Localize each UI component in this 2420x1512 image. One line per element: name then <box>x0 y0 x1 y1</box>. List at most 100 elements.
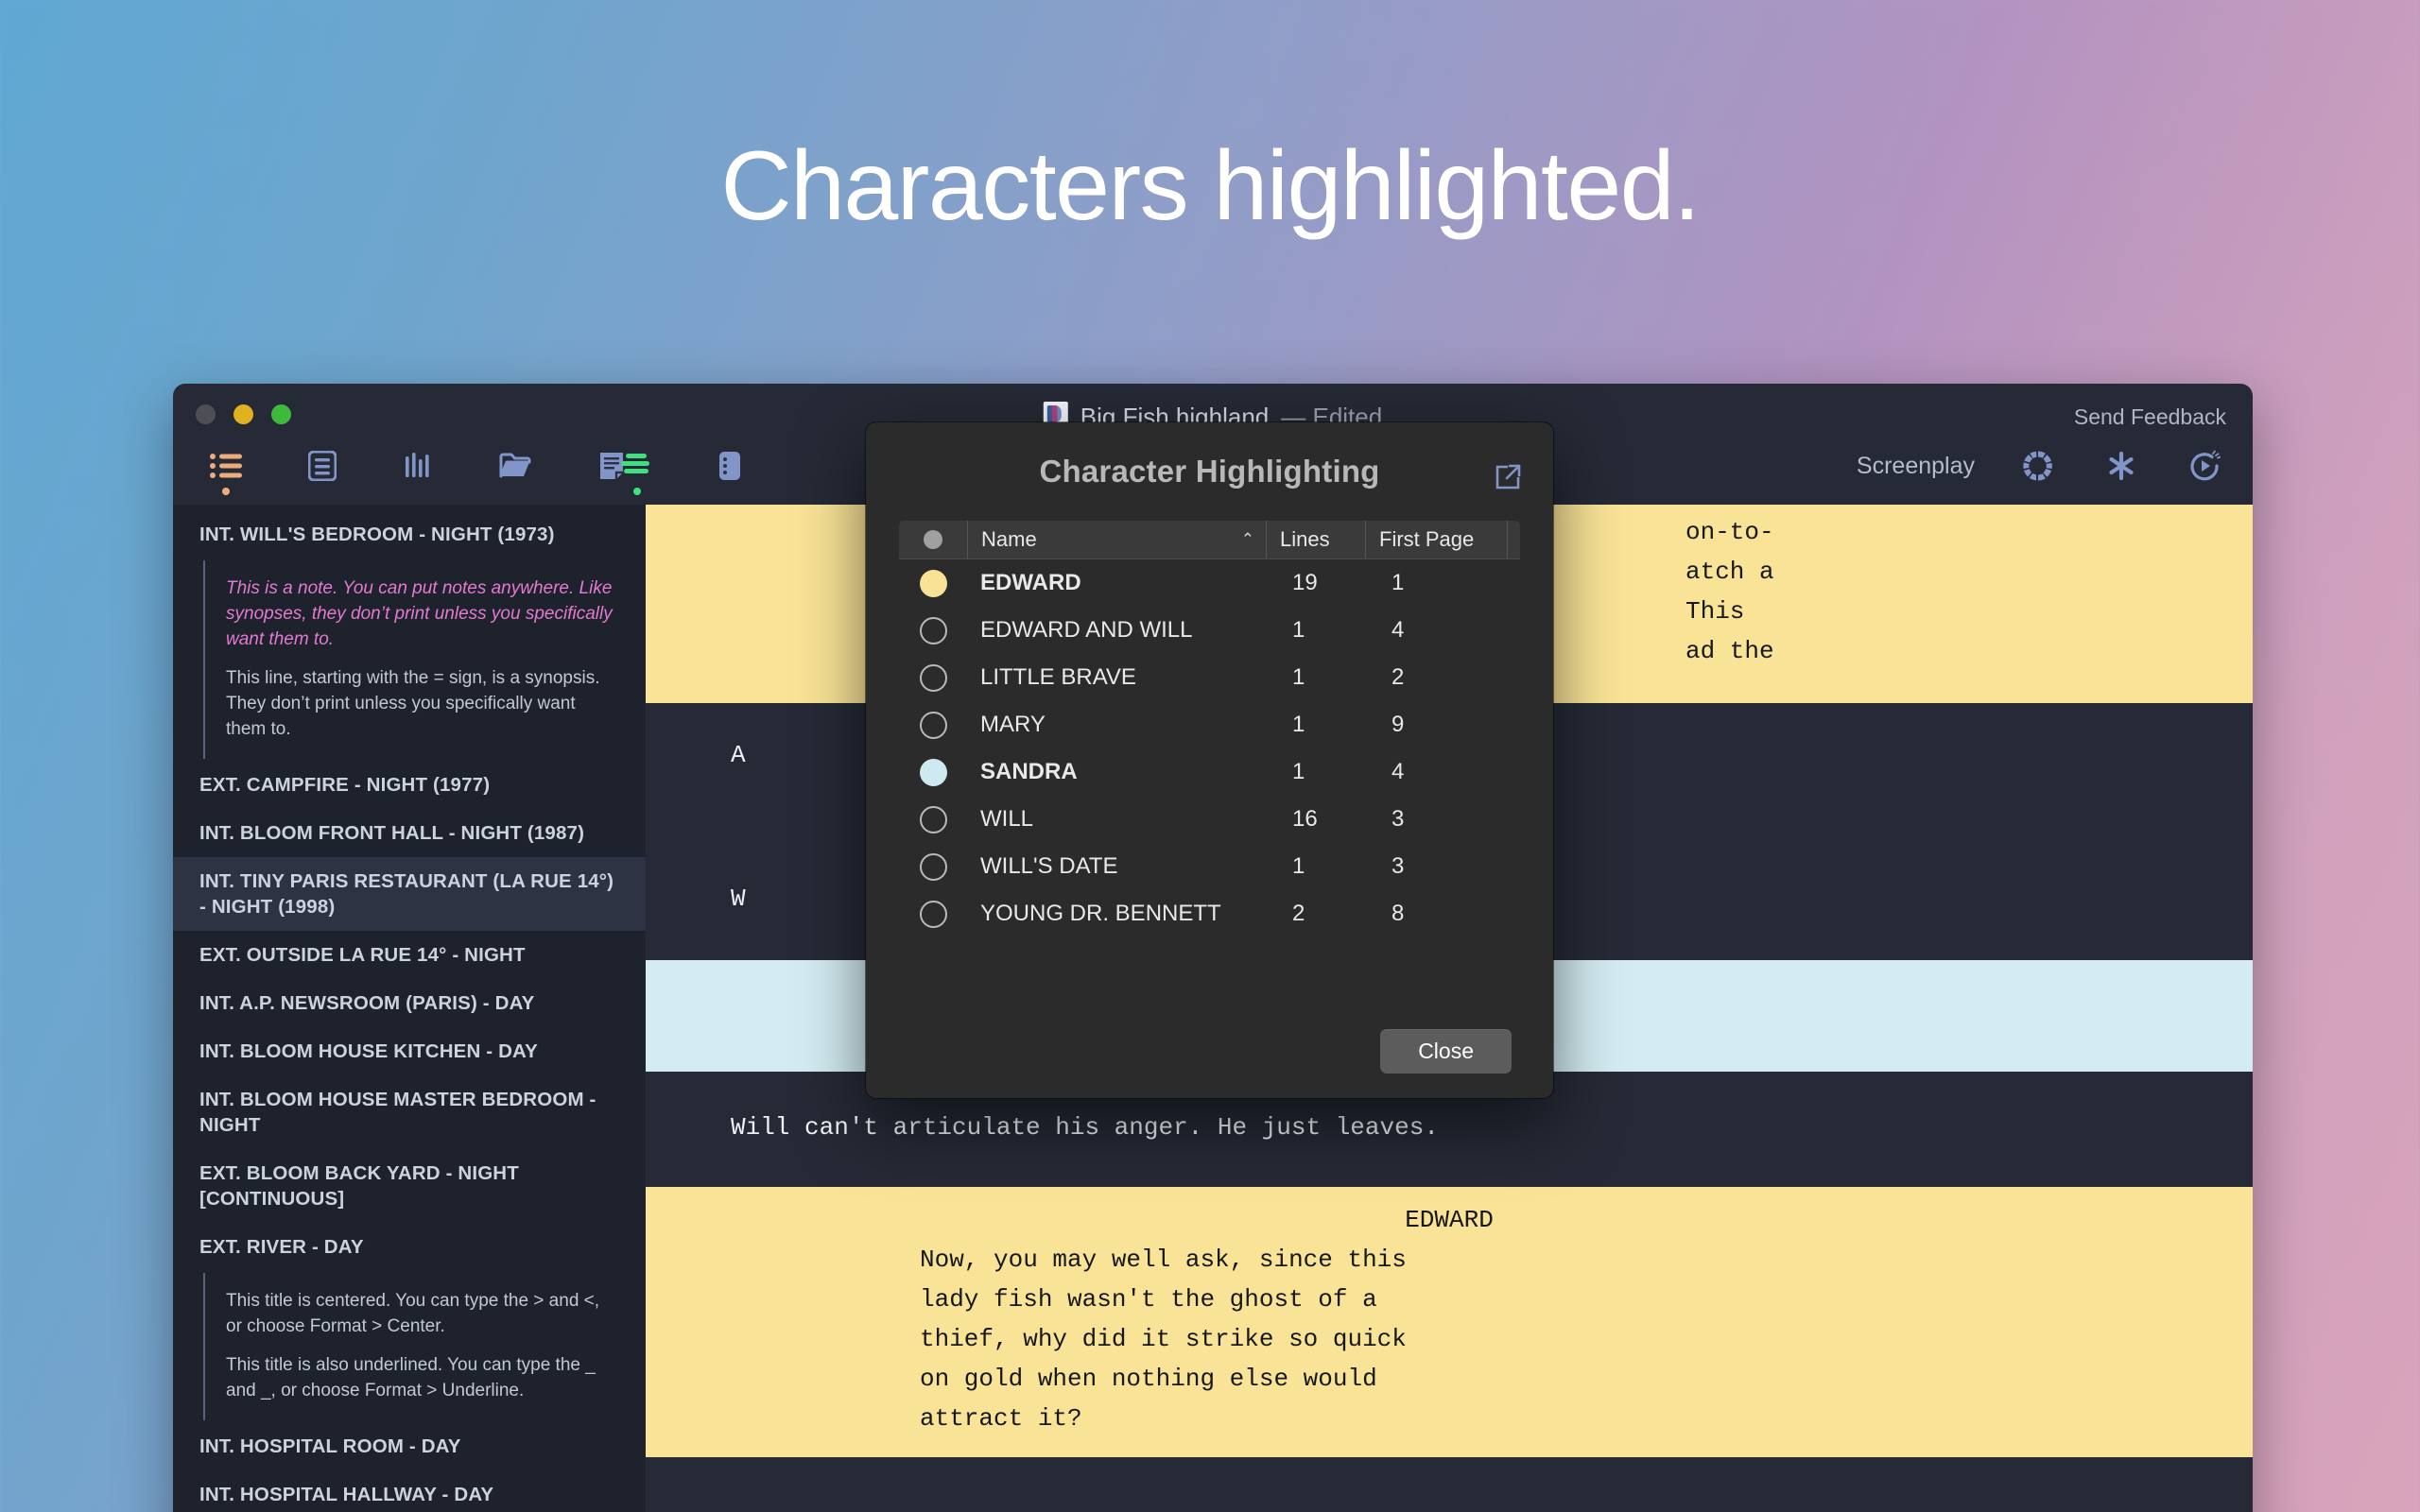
open-folder-icon[interactable] <box>495 444 535 488</box>
highlight-swatch[interactable] <box>919 900 947 928</box>
row-swatch-cell[interactable] <box>899 569 967 597</box>
row-first-page: 2 <box>1392 664 1405 690</box>
row-lines-count: 2 <box>1292 901 1305 926</box>
row-first-page: 4 <box>1392 617 1405 643</box>
close-dialog-button[interactable]: Close <box>1380 1029 1512 1074</box>
table-row[interactable]: MARY 1 9 <box>899 701 1520 748</box>
traffic-lights <box>196 404 291 424</box>
highlight-swatch[interactable] <box>919 663 947 692</box>
column-header-first-page[interactable]: First Page <box>1365 521 1507 558</box>
sidebar-item-scene[interactable]: INT. BLOOM HOUSE MASTER BEDROOM - NIGHT <box>173 1075 646 1149</box>
column-header-lines-label: Lines <box>1280 527 1330 551</box>
row-swatch-cell[interactable] <box>899 758 967 786</box>
highlight-swatch[interactable] <box>919 616 947 644</box>
color-wheel-icon[interactable] <box>2018 444 2058 488</box>
table-row[interactable]: WILL'S DATE 1 3 <box>899 843 1520 890</box>
table-row[interactable]: EDWARD AND WILL 1 4 <box>899 607 1520 654</box>
row-character-name: MARY <box>980 712 1046 737</box>
row-swatch-cell[interactable] <box>899 805 967 833</box>
row-swatch-cell[interactable] <box>899 616 967 644</box>
close-window-button[interactable] <box>196 404 216 424</box>
external-link-icon[interactable] <box>1494 463 1522 491</box>
highlight-swatch[interactable] <box>919 711 947 739</box>
dialogue-line: thief, why did it strike so quick <box>920 1325 1407 1353</box>
screenplay-format-label[interactable]: Screenplay <box>1857 453 1975 480</box>
sidebar-synopsis[interactable]: This title is also underlined. You can t… <box>226 1347 646 1411</box>
sidebar-item-scene[interactable]: INT. BLOOM HOUSE KITCHEN - DAY <box>173 1027 646 1075</box>
character-highlighting-dialog[interactable]: Character Highlighting Name ⌃ Lines Firs… <box>866 422 1553 1098</box>
row-lines-count: 1 <box>1292 617 1305 643</box>
table-row[interactable]: EDWARD 19 1 <box>899 559 1520 607</box>
row-first-page: 8 <box>1392 901 1405 926</box>
row-swatch-cell[interactable] <box>899 711 967 739</box>
sidebar-synopsis[interactable]: This line, starting with the = sign, is … <box>226 660 646 749</box>
statistics-icon[interactable] <box>399 444 439 488</box>
row-first-page: 4 <box>1392 759 1405 784</box>
dialog-title: Character Highlighting <box>1039 454 1380 489</box>
table-header-row: Name ⌃ Lines First Page <box>899 521 1520 559</box>
highlight-swatch[interactable] <box>919 758 947 786</box>
row-lines-count: 1 <box>1292 759 1305 784</box>
column-header-swatch[interactable] <box>899 521 967 558</box>
sidebar-note[interactable]: This is a note. You can put notes anywhe… <box>226 570 646 660</box>
highlight-lines-icon[interactable] <box>617 444 657 495</box>
asterisk-icon[interactable] <box>2101 444 2141 488</box>
dialogue-line: lady fish wasn't the ghost of a <box>920 1285 1377 1314</box>
dialogue-block-highlighted[interactable]: EDWARD Now, you may well ask, since this… <box>646 1187 2253 1457</box>
sidebar-item-scene[interactable]: EXT. RIVER - DAY <box>173 1223 646 1271</box>
swatch-header-icon <box>924 530 942 549</box>
sidebar-item-scene[interactable]: INT. HOSPITAL HALLWAY - DAY <box>173 1470 646 1512</box>
column-header-name-label: Name <box>981 527 1037 551</box>
row-first-page: 3 <box>1392 853 1405 879</box>
table-row[interactable]: WILL 16 3 <box>899 796 1520 843</box>
dialogue-line: Now, you may well ask, since this <box>920 1246 1407 1274</box>
dialogue-line: on gold when nothing else would <box>920 1365 1377 1393</box>
revision-timer-icon[interactable] <box>2185 444 2224 488</box>
highlight-swatch[interactable] <box>919 852 947 881</box>
row-character-name: WILL'S DATE <box>980 853 1118 879</box>
outline-list-icon[interactable] <box>206 444 246 495</box>
row-lines-count: 1 <box>1292 712 1305 737</box>
highlight-swatch[interactable] <box>919 805 947 833</box>
sidebar-item-scene[interactable]: EXT. BLOOM BACK YARD - NIGHT [CONTINUOUS… <box>173 1149 646 1223</box>
sidebar-panel-icon[interactable] <box>710 444 750 488</box>
row-first-page: 3 <box>1392 806 1405 832</box>
sidebar-item-scene[interactable]: INT. A.P. NEWSROOM (PARIS) - DAY <box>173 979 646 1027</box>
row-character-name: SANDRA <box>980 759 1078 784</box>
outline-active-indicator <box>222 488 230 495</box>
toolbar-mid-group <box>617 444 750 495</box>
sidebar-item-scene-selected[interactable]: INT. TINY PARIS RESTAURANT (LA RUE 14°) … <box>173 856 646 932</box>
dialog-footer: Close <box>866 1029 1553 1098</box>
toolbar-right-group: Screenplay <box>1857 444 2224 488</box>
row-character-name: WILL <box>980 806 1034 832</box>
row-first-page: 1 <box>1392 570 1405 595</box>
sidebar-item-scene[interactable]: EXT. OUTSIDE LA RUE 14° - NIGHT <box>173 931 646 979</box>
minimize-window-button[interactable] <box>233 404 253 424</box>
table-row[interactable]: LITTLE BRAVE 1 2 <box>899 654 1520 701</box>
row-lines-count: 16 <box>1292 806 1318 832</box>
column-header-lines[interactable]: Lines <box>1266 521 1365 558</box>
sidebar-item-scene[interactable]: INT. HOSPITAL ROOM - DAY <box>173 1422 646 1470</box>
highlight-active-indicator <box>633 488 641 495</box>
sidebar-synopsis[interactable]: This title is centered. You can type the… <box>226 1282 646 1347</box>
scene-navigator-sidebar[interactable]: INT. WILL'S BEDROOM - NIGHT (1973) This … <box>173 505 646 1512</box>
highlight-swatch[interactable] <box>919 569 947 597</box>
row-swatch-cell[interactable] <box>899 900 967 928</box>
dialogue-line: attract it? <box>920 1404 1082 1433</box>
maximize-window-button[interactable] <box>271 404 291 424</box>
cards-view-icon[interactable] <box>302 444 342 488</box>
column-header-name[interactable]: Name ⌃ <box>967 521 1266 558</box>
table-row[interactable]: SANDRA 1 4 <box>899 748 1520 796</box>
sidebar-note-group: This is a note. You can put notes anywhe… <box>203 560 646 759</box>
sidebar-item-scene[interactable]: INT. WILL'S BEDROOM - NIGHT (1973) <box>173 510 646 558</box>
sidebar-item-scene[interactable]: EXT. CAMPFIRE - NIGHT (1977) <box>173 761 646 809</box>
table-row[interactable]: YOUNG DR. BENNETT 2 8 <box>899 890 1520 937</box>
toolbar-left-group <box>206 444 631 495</box>
character-table[interactable]: Name ⌃ Lines First Page EDWARD 19 1 EDWA… <box>899 521 1520 937</box>
row-swatch-cell[interactable] <box>899 663 967 692</box>
sort-ascending-caret-icon: ⌃ <box>1240 530 1254 548</box>
page-headline: Characters highlighted. <box>720 131 1701 241</box>
send-feedback-link[interactable]: Send Feedback <box>2074 404 2226 430</box>
sidebar-item-scene[interactable]: INT. BLOOM FRONT HALL - NIGHT (1987) <box>173 809 646 857</box>
row-swatch-cell[interactable] <box>899 852 967 881</box>
